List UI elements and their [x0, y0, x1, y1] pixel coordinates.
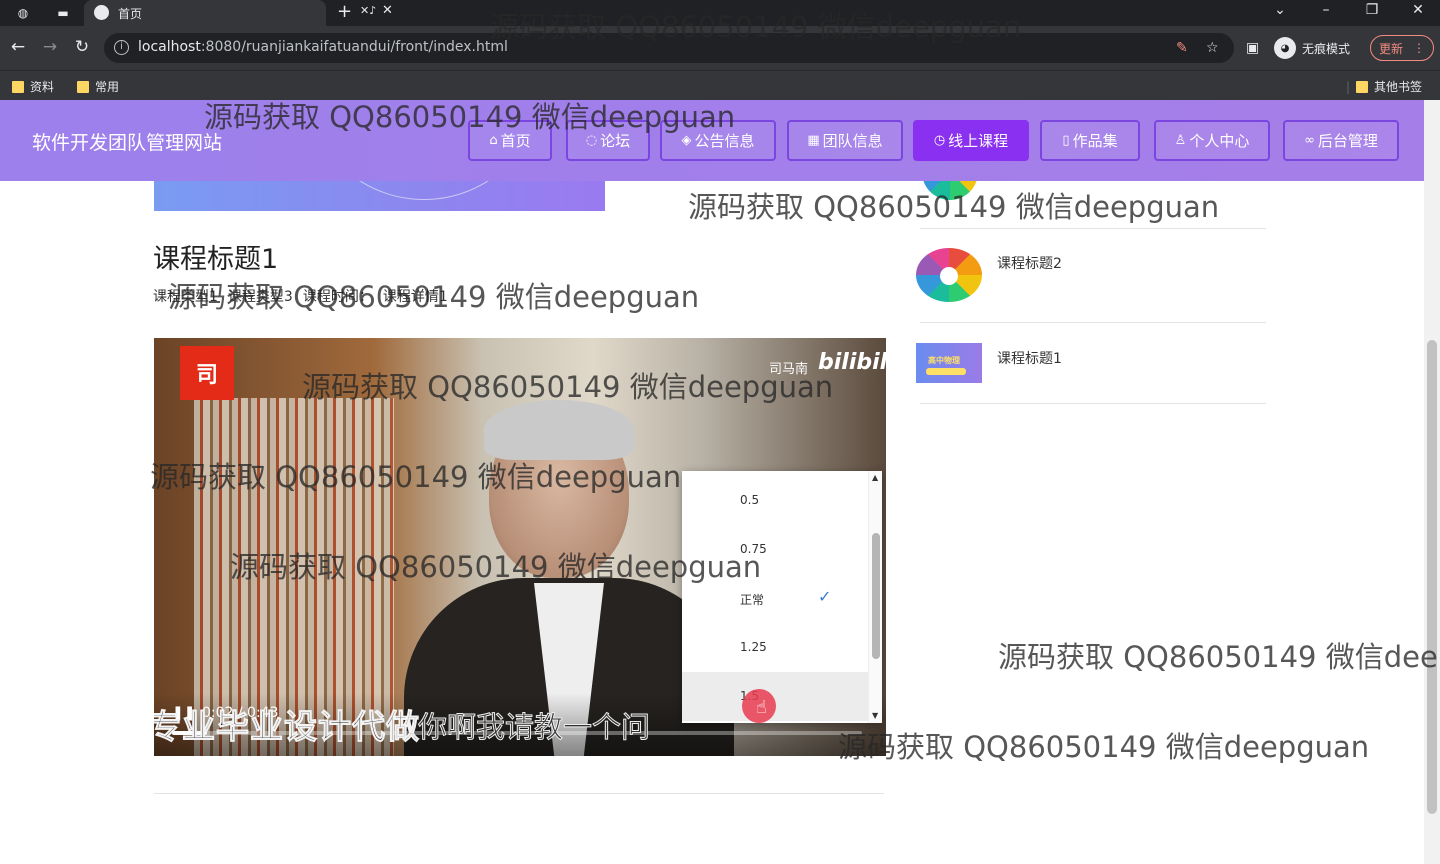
course-thumbnail: 高中物理 [916, 343, 982, 383]
update-button[interactable]: 更新 ⋮ [1370, 35, 1434, 61]
new-tab-icon[interactable]: + [337, 1, 352, 22]
browser-tab[interactable]: 首页 ✕♪ ✕ [84, 0, 393, 26]
bookmarks-bar: 资料 常用 | 其他书签 [0, 70, 1440, 100]
speed-menu-scrollbar[interactable]: ▲ ▼ [868, 471, 882, 723]
nav-forum[interactable]: ◌ 论坛 [566, 120, 650, 161]
announcement-icon: ◈ [681, 133, 692, 148]
side-course-title: 课程标题1 [997, 351, 1062, 367]
restore-icon[interactable]: ❐ [1362, 2, 1382, 18]
nav-portfolio[interactable]: ▯ 作品集 [1040, 120, 1140, 161]
playback-speed-menu: 0.5 0.75 正常 ✓ 1.25 1.5 ▲ ▼ ☝ [682, 471, 882, 723]
speed-option-normal[interactable]: 正常 ✓ [682, 574, 868, 623]
course-title: 课程标题1 [153, 244, 279, 275]
bookmark-star-icon[interactable]: ☆ [1206, 40, 1219, 56]
url-text[interactable]: localhost:8080/ruanjiankaifatuandui/fron… [138, 39, 508, 55]
reload-icon[interactable]: ↻ [72, 37, 92, 57]
site-title: 软件开发团队管理网站 [32, 132, 223, 154]
bilibili-logo: bilibili [818, 350, 886, 375]
bookmark-folder-ziliao[interactable]: 资料 [12, 78, 54, 95]
globe-icon[interactable]: ◍ [14, 4, 32, 22]
scroll-down-icon[interactable]: ▼ [872, 711, 878, 720]
hand-cursor-icon: ☝ [756, 697, 767, 718]
checkmark-icon: ✓ [818, 587, 832, 606]
nav-announcements[interactable]: ◈ 公告信息 [660, 120, 776, 161]
update-label: 更新 [1378, 41, 1403, 56]
user-icon: ♙ [1174, 133, 1187, 148]
tab-title: 首页 [118, 7, 143, 21]
tab-search-icon[interactable]: ▬ [54, 4, 72, 22]
close-tab-icon[interactable]: ✕ [382, 3, 393, 18]
video-player[interactable]: 司 司马南 bilibili ❚❚ 0:02 / 0:43 专业毕业设计代做 你… [154, 338, 886, 756]
speed-option-1.5[interactable]: 1.5 [682, 672, 868, 721]
nav-personal-center[interactable]: ♙ 个人中心 [1154, 120, 1270, 161]
favicon-icon [94, 5, 109, 20]
web-page: 课程标题1 课程类型1 课程类型3 课程时间： 课程详情1 司 司马南 bili… [0, 100, 1440, 864]
speed-option-0.75[interactable]: 0.75 [682, 525, 868, 574]
divider [154, 793, 884, 794]
minimize-icon[interactable]: – [1316, 2, 1336, 18]
nav-admin[interactable]: ∞ 后台管理 [1283, 120, 1399, 161]
nav-online-courses[interactable]: ◷ 线上课程 [913, 120, 1029, 161]
nav-home[interactable]: ⌂ 首页 [468, 120, 552, 161]
video-subtitle: 你啊我请教一个问 [417, 710, 651, 745]
forum-icon: ◌ [585, 133, 598, 148]
speed-option-0.5[interactable]: 0.5 [682, 476, 868, 525]
tab-list-icon[interactable]: ⌄ [1270, 2, 1290, 18]
incognito-icon: ◕ [1274, 37, 1296, 59]
page-scrollbar[interactable] [1424, 100, 1440, 864]
incognito-indicator[interactable]: ◕ 无痕模式 [1274, 35, 1350, 61]
bookmark-folder-changyong[interactable]: 常用 [77, 78, 119, 95]
scroll-up-icon[interactable]: ▲ [872, 473, 878, 482]
course-meta: 课程类型1 课程类型3 课程时间： 课程详情1 [153, 286, 448, 306]
nav-team-info[interactable]: ▦ 团队信息 [787, 120, 903, 161]
side-course-title: 课程标题2 [997, 256, 1062, 272]
address-bar[interactable]: i localhost:8080/ruanjiankaifatuandui/fr… [104, 33, 1234, 63]
course-thumbnail [916, 248, 982, 302]
side-panel-icon[interactable]: ▣ [1246, 40, 1259, 56]
forward-icon[interactable]: → [40, 37, 60, 57]
speed-option-1.25[interactable]: 1.25 [682, 623, 868, 672]
course-type-2: 课程类型3 [227, 289, 293, 305]
video-overlay-text: 专业毕业设计代做 [154, 707, 420, 747]
browser-toolbar: ← → ↻ i localhost:8080/ruanjiankaifatuan… [0, 26, 1440, 70]
course-detail: 课程详情1 [382, 289, 448, 305]
course-time: 课程时间： [302, 289, 373, 305]
menu-dots-icon: ⋮ [1413, 41, 1425, 55]
channel-logo: 司 [180, 346, 234, 400]
incognito-label: 无痕模式 [1302, 41, 1351, 56]
portfolio-icon: ▯ [1062, 133, 1070, 148]
folder-icon [12, 80, 24, 93]
power-icon: ◷ [933, 133, 946, 148]
site-header: 软件开发团队管理网站 ⌂ 首页 ◌ 论坛 ◈ 公告信息 ▦ 团队信息 ◷ 线上课程 ▯ 作品… [0, 100, 1424, 181]
window-close-icon[interactable]: ✕ [1408, 2, 1428, 18]
course-type-1: 课程类型1 [153, 289, 218, 305]
folder-icon [77, 80, 89, 93]
folder-icon [1356, 80, 1369, 93]
back-icon[interactable]: ← [8, 37, 28, 57]
camera-blocked-icon[interactable]: ✎ [1176, 40, 1188, 56]
channel-name: 司马南 [769, 362, 809, 377]
other-bookmarks[interactable]: | 其他书签 [1346, 78, 1422, 95]
link-icon: ∞ [1304, 133, 1315, 148]
team-icon: ▦ [807, 133, 820, 148]
home-icon: ⌂ [489, 133, 498, 148]
mute-icon[interactable]: ✕♪ [360, 4, 376, 17]
site-info-icon[interactable]: i [114, 40, 129, 55]
browser-tab-strip: ◍ ▬ 首页 ✕♪ ✕ + ⌄ – ❐ ✕ [0, 0, 1440, 26]
